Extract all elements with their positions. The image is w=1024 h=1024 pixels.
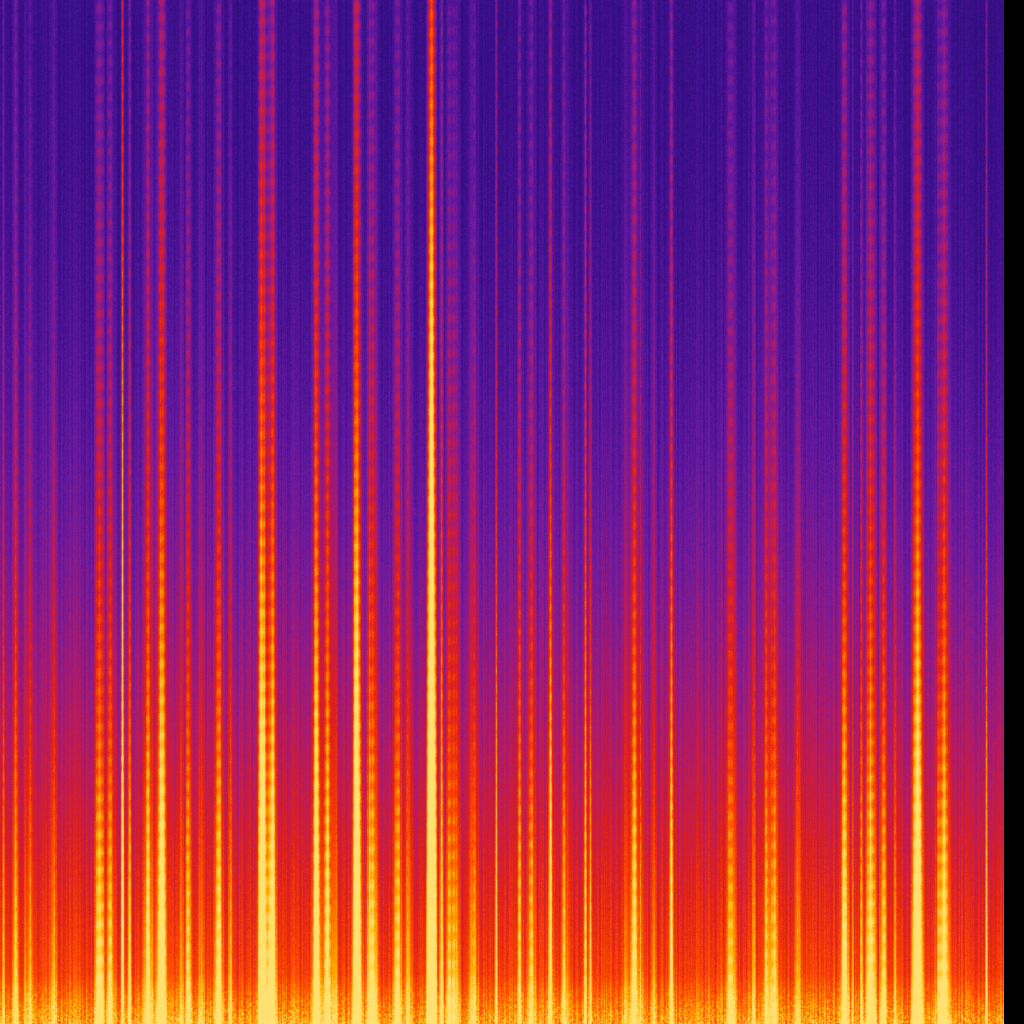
spectrogram-image — [0, 0, 1024, 1024]
spectrogram-canvas — [0, 0, 1004, 1024]
right-black-border — [1004, 0, 1024, 1024]
